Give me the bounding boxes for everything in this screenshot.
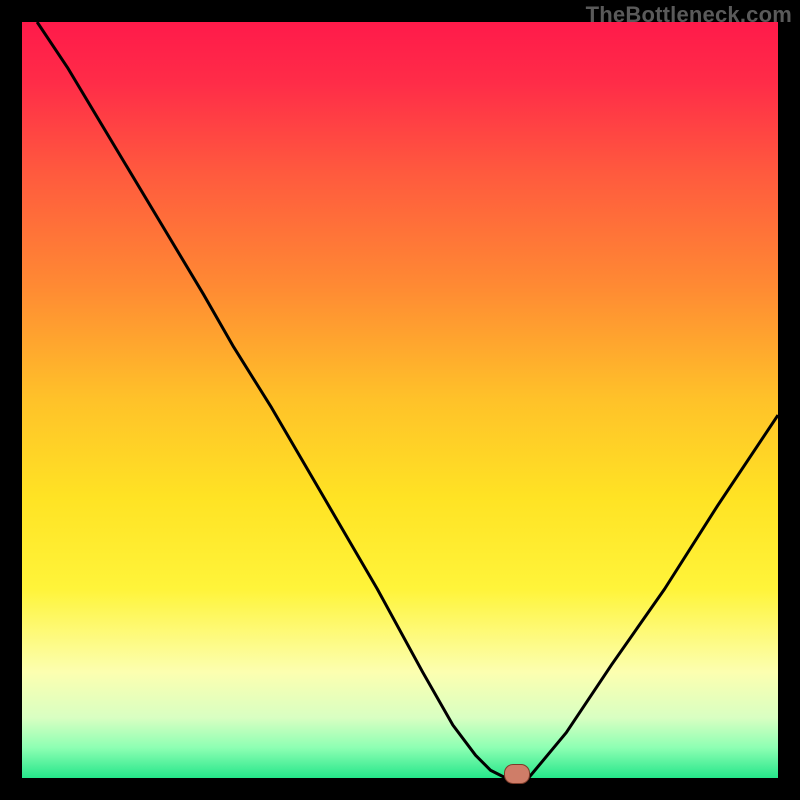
chart-svg [22,22,778,778]
gradient-background [22,22,778,778]
optimal-marker [504,764,530,784]
plot-area [22,22,778,778]
chart-frame: TheBottleneck.com [0,0,800,800]
watermark-text: TheBottleneck.com [586,2,792,28]
